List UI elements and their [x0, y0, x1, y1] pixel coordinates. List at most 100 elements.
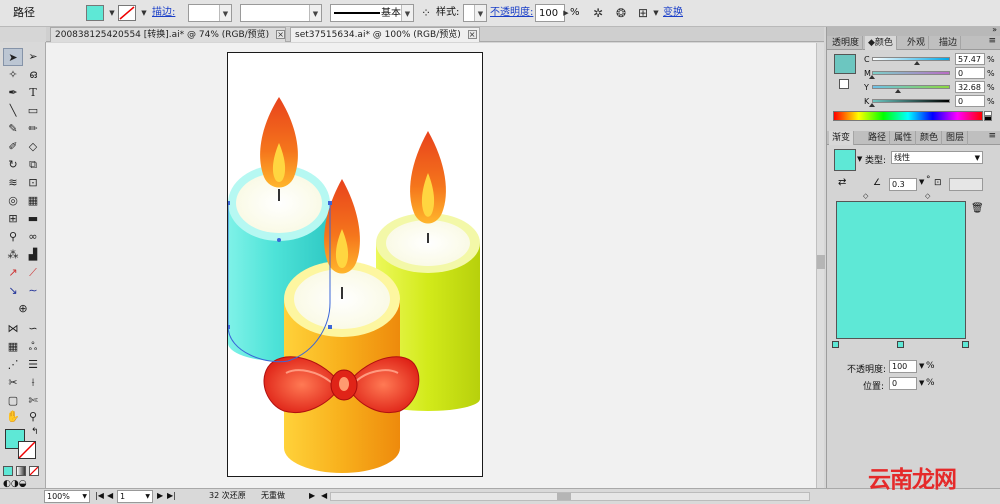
selection-tool-icon[interactable]: ➤: [3, 48, 23, 66]
gradient-preview[interactable]: [836, 201, 966, 339]
zoom-tool-icon[interactable]: ⚲: [23, 408, 43, 426]
slider-thumb[interactable]: [869, 103, 875, 107]
gradient-stop-right[interactable]: [962, 341, 969, 348]
delete-stop-icon[interactable]: 🗑: [971, 203, 984, 214]
last-artboard-icon[interactable]: ▶|: [167, 490, 176, 503]
list-tool-icon[interactable]: ☰: [23, 356, 43, 374]
rectangle-tool-icon[interactable]: ▭: [23, 102, 43, 120]
prev-artboard-icon[interactable]: ◀: [107, 490, 113, 503]
slice-tool-icon[interactable]: ⟋: [23, 264, 43, 282]
tab-layers[interactable]: 图层: [943, 131, 969, 145]
angle-dropdown-icon[interactable]: ▼: [919, 178, 924, 186]
panel-menu-icon[interactable]: ≡: [988, 131, 996, 141]
fill-swatch[interactable]: [86, 5, 104, 21]
stop-opacity-field[interactable]: 100: [889, 360, 917, 373]
variable-width-select[interactable]: ▼: [240, 4, 322, 22]
aspect-ratio-icon[interactable]: ⊡: [934, 178, 942, 188]
lasso-tool-icon[interactable]: ഒ: [23, 66, 43, 84]
recolor-icon[interactable]: ✲: [590, 4, 606, 22]
angle-field[interactable]: 0.3: [889, 178, 917, 191]
flare-tool-icon[interactable]: ⋈: [3, 320, 23, 338]
measure-tool-icon[interactable]: ⟊: [23, 374, 43, 392]
channel-value[interactable]: 0: [955, 67, 985, 79]
midpoint-diamond-icon[interactable]: ◇: [863, 192, 868, 200]
zoom-select[interactable]: 100% ▼: [44, 490, 90, 503]
spectrum-black[interactable]: [984, 116, 992, 121]
horizontal-scrollbar[interactable]: [330, 492, 810, 501]
stop-position-field[interactable]: 0: [889, 377, 917, 390]
direct-selection-tool-icon[interactable]: ➢: [23, 48, 43, 66]
scale-tool-icon[interactable]: ⧉: [23, 156, 43, 174]
symbol-options-icon[interactable]: ⁘: [418, 4, 434, 22]
stroke-label[interactable]: 描边:: [152, 4, 175, 22]
gradient-tool-icon[interactable]: ▬: [23, 210, 43, 228]
blob-brush-tool-icon[interactable]: ✐: [3, 138, 23, 156]
align-dropdown-icon[interactable]: ▼: [648, 4, 664, 22]
twirl-tool-icon[interactable]: ஃ: [23, 338, 43, 356]
scroll-thumb[interactable]: [557, 493, 571, 500]
vertical-scrollbar[interactable]: [816, 43, 825, 488]
tab-document-2[interactable]: set37515634.ai* @ 100% (RGB/预览) ×: [290, 27, 480, 42]
chart-tool-icon[interactable]: ⋰: [3, 356, 23, 374]
pencil-tool-icon[interactable]: ✏: [23, 120, 43, 138]
tab-transparency[interactable]: 透明度: [829, 36, 864, 50]
stop-position-dropdown-icon[interactable]: ▼: [919, 379, 924, 387]
collapse-panels-icon[interactable]: »: [992, 25, 997, 34]
first-artboard-icon[interactable]: |◀: [95, 490, 104, 503]
stroke-swatch[interactable]: [118, 5, 136, 21]
none-mode-icon[interactable]: [29, 466, 39, 476]
channel-value[interactable]: 57.47: [955, 53, 985, 65]
gradient-thumbnail[interactable]: [834, 149, 856, 171]
column-graph-tool-icon[interactable]: ▟: [23, 246, 43, 264]
opacity-label[interactable]: 不透明度:: [490, 4, 533, 22]
channel-slider[interactable]: [872, 57, 950, 61]
tab-color-guide[interactable]: 颜色: [917, 131, 943, 145]
type-tool-icon[interactable]: T: [23, 84, 43, 102]
perspective-grid-tool-icon[interactable]: ▦: [23, 192, 43, 210]
panel-menu-icon[interactable]: ≡: [988, 36, 996, 46]
swap-colors-icon[interactable]: ↰: [31, 427, 39, 437]
gradient-type-select[interactable]: 线性 ▼: [891, 151, 983, 164]
artboard-select[interactable]: 1 ▼: [117, 490, 153, 503]
reverse-gradient-icon[interactable]: ⇄: [838, 177, 846, 188]
tab-document-1[interactable]: 200838125420554 [转换].ai* @ 74% (RGB/预览) …: [50, 27, 286, 42]
line-tool-icon[interactable]: ╲: [3, 102, 23, 120]
scroll-thumb[interactable]: [817, 255, 825, 269]
next-artboard-icon[interactable]: ▶: [157, 490, 163, 503]
symbol-sprayer-tool-icon[interactable]: ⁂: [3, 246, 23, 264]
canvas-area[interactable]: [46, 43, 816, 488]
eyedropper-tool-icon[interactable]: ⚲: [3, 228, 23, 246]
shape-builder-tool-icon[interactable]: ◎: [3, 192, 23, 210]
document-setup-icon[interactable]: ❂: [613, 4, 629, 22]
color-spectrum[interactable]: [833, 111, 983, 121]
panel-header-bar[interactable]: »: [827, 25, 1000, 36]
aspect-ratio-field[interactable]: [949, 178, 983, 191]
graphic-style-select[interactable]: ▼: [463, 4, 487, 22]
slider-thumb[interactable]: [869, 75, 875, 79]
stroke-dropdown-icon[interactable]: ▼: [136, 4, 152, 22]
gradient-thumb-dropdown-icon[interactable]: ▼: [857, 155, 862, 163]
brush-select[interactable]: 基本 ▼: [330, 4, 414, 22]
scroll-left-icon[interactable]: ◀: [321, 490, 327, 503]
close-icon[interactable]: ×: [276, 30, 286, 39]
color-mode-icon[interactable]: [3, 466, 13, 476]
mesh-tool-icon[interactable]: ⊞: [3, 210, 23, 228]
gradient-stop-middle[interactable]: [897, 341, 904, 348]
free-transform-tool-icon[interactable]: ⊡: [23, 174, 43, 192]
tab-attributes[interactable]: 属性: [891, 131, 917, 145]
magic-wand-tool-icon[interactable]: ✧: [3, 66, 23, 84]
tab-color[interactable]: ◆颜色: [865, 36, 897, 50]
channel-value[interactable]: 0: [955, 95, 985, 107]
gradient-mode-icon[interactable]: [16, 466, 26, 476]
status-menu-icon[interactable]: ▶: [309, 490, 315, 503]
warp-tool-icon[interactable]: ≋: [3, 174, 23, 192]
tab-pathfinder[interactable]: 路径: [865, 131, 891, 145]
artboard-tool-icon[interactable]: ↗: [3, 264, 23, 282]
stroke-color-swatch[interactable]: [18, 441, 36, 459]
slider-thumb[interactable]: [895, 89, 901, 93]
width-tool-icon[interactable]: ↘: [3, 282, 23, 300]
channel-slider[interactable]: [872, 71, 950, 75]
transform-link[interactable]: 变换: [663, 4, 683, 22]
candles-artwork[interactable]: [226, 53, 484, 478]
stroke-weight-field[interactable]: ▼: [188, 4, 232, 22]
